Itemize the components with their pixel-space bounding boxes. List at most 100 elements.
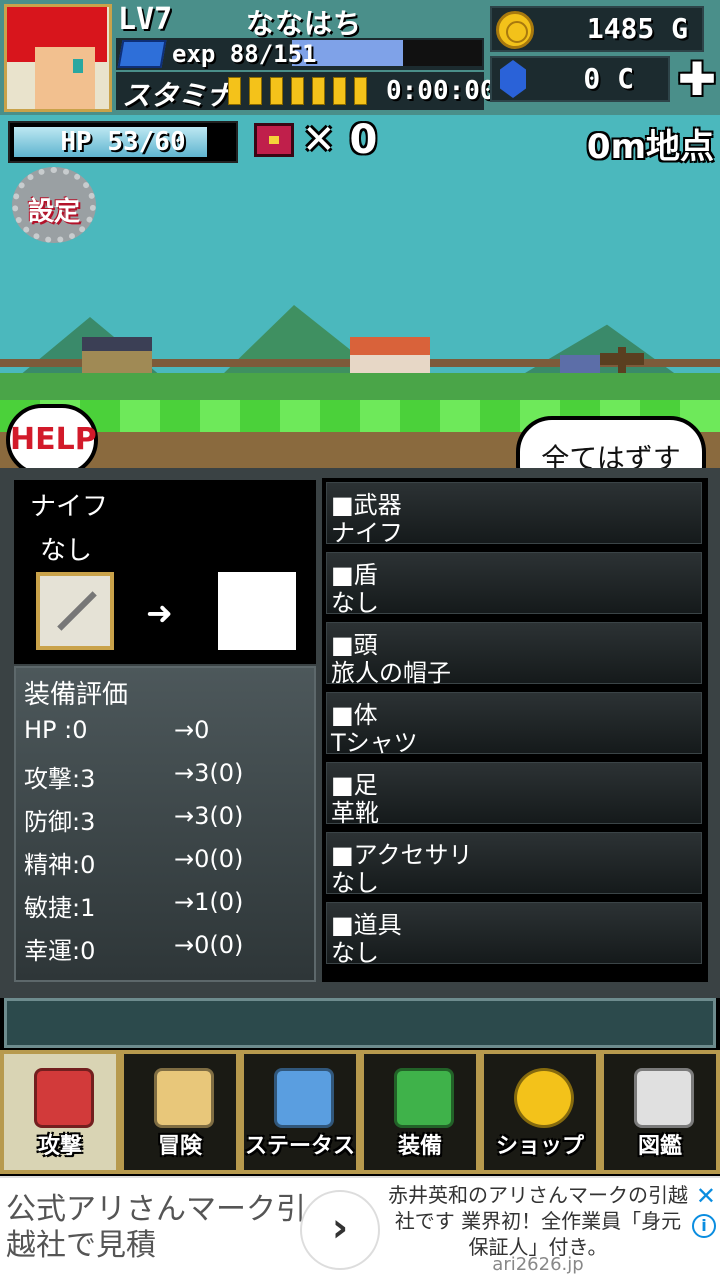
nav-adventure[interactable]: 冒険 <box>120 1050 240 1174</box>
knife-icon <box>57 591 97 631</box>
nav-label: 攻撃 <box>37 1134 82 1159</box>
nav-encyclopedia[interactable]: 図鑑 <box>600 1050 720 1174</box>
slot-item: 革靴 <box>331 799 379 827</box>
nav-label: 装備 <box>397 1134 442 1159</box>
exp-bar <box>292 40 482 66</box>
stat-new: →3(0) <box>174 802 244 830</box>
selected-item-name: ナイフ <box>30 492 109 522</box>
stamina-pip <box>228 77 241 105</box>
coin-icon <box>514 1068 574 1128</box>
nav-attack[interactable]: 攻撃 <box>0 1050 120 1174</box>
stat-current: 攻撃:3 <box>24 765 96 793</box>
add-crystals-button[interactable]: ✚ <box>676 56 718 102</box>
exp-label: exp 88/151 <box>172 40 317 68</box>
stamina-pip <box>249 77 262 105</box>
slot-weapon[interactable]: ■武器 ナイフ <box>326 482 702 547</box>
slot-item: なし <box>331 589 379 617</box>
equipment-slots: ■武器 ナイフ ■盾 なし ■頭 旅人の帽子 ■体 Tシャツ ■足 革靴 ■アク… <box>322 478 708 982</box>
crystal-gem-icon <box>500 60 526 98</box>
stat-row: 攻撃:3 →3(0) <box>24 759 314 799</box>
avatar-eye <box>73 59 83 73</box>
ad-url[interactable]: ari2626.jp <box>388 1254 688 1275</box>
equipment-panel: ナイフ なし ➜ 装備評価 HP :0 →0 攻撃:3 →3(0) 防御:3 →… <box>0 468 720 998</box>
gold-counter: 1485 G <box>490 6 704 52</box>
stamina-pip <box>270 77 283 105</box>
slot-tool[interactable]: ■道具 なし <box>326 902 702 967</box>
stamina-pip <box>333 77 346 105</box>
stat-current: 敏捷:1 <box>24 894 96 922</box>
slot-shield[interactable]: ■盾 なし <box>326 552 702 617</box>
game-scene: HP 53/60 ✕ 0 0m地点 設定 <box>0 115 720 405</box>
distance-label: 0m地点 <box>586 127 714 167</box>
stat-row: 幸運:0 →0(0) <box>24 931 314 971</box>
stat-row: 敏捷:1 →1(0) <box>24 888 314 928</box>
slot-item: 旅人の帽子 <box>331 659 451 687</box>
compare-item-name: なし <box>40 536 93 566</box>
character-icon <box>274 1068 334 1128</box>
evaluation-title: 装備評価 <box>24 680 129 710</box>
ad-go-button[interactable]: › <box>300 1190 380 1270</box>
hp-label: HP 53/60 <box>60 127 186 157</box>
crystal-counter: 0 C <box>490 56 670 102</box>
stat-new: →0(0) <box>174 931 244 959</box>
stamina-timer: 0:00:00 <box>386 76 496 106</box>
nav-label: 冒険 <box>157 1134 202 1159</box>
stat-row: 精神:0 →0(0) <box>24 845 314 885</box>
slot-body[interactable]: ■体 Tシャツ <box>326 692 702 757</box>
encyclopedia-icon <box>634 1068 694 1128</box>
nav-equipment[interactable]: 装備 <box>360 1050 480 1174</box>
current-item-slot[interactable] <box>36 572 114 650</box>
ad-banner[interactable]: 公式アリさんマーク引越社で見積 › 赤井英和のアリさんマークの引越社です 業界初… <box>0 1176 720 1280</box>
ad-close-icon[interactable]: ✕ <box>696 1182 716 1210</box>
equipment-evaluation: 装備評価 HP :0 →0 攻撃:3 →3(0) 防御:3 →3(0) 精神:0… <box>14 666 316 982</box>
ad-info-icon[interactable]: i <box>692 1214 716 1238</box>
bottom-nav: 攻撃 冒険 ステータス 装備 ショップ 図鑑 <box>0 1050 720 1174</box>
hp-bar: HP 53/60 <box>8 121 238 163</box>
stat-row: 防御:3 →3(0) <box>24 802 314 842</box>
nav-status[interactable]: ステータス <box>240 1050 360 1174</box>
help-button[interactable]: HELP <box>6 404 98 476</box>
slot-item: なし <box>331 939 379 967</box>
stat-current: 幸運:0 <box>24 937 96 965</box>
player-level: LV7 <box>118 2 173 37</box>
equipment-icon <box>394 1068 454 1128</box>
stat-new: →1(0) <box>174 888 244 916</box>
map-scroll-icon <box>154 1068 214 1128</box>
stamina-pip <box>291 77 304 105</box>
stamina-row: スタミナ 0:00:00 <box>116 72 496 112</box>
item-preview: ナイフ なし ➜ <box>14 480 316 664</box>
slot-feet[interactable]: ■足 革靴 <box>326 762 702 827</box>
sword-icon <box>34 1068 94 1128</box>
crystal-value: 0 C <box>583 62 634 95</box>
stat-current: HP :0 <box>24 716 88 744</box>
slot-item: なし <box>331 869 379 897</box>
stat-new: →3(0) <box>174 759 244 787</box>
slot-item: Tシャツ <box>331 729 418 757</box>
stat-new: →0(0) <box>174 845 244 873</box>
stamina-pips <box>228 77 367 105</box>
ad-headline[interactable]: 公式アリさんマーク引越社で見積 <box>6 1192 306 1264</box>
status-header: LV7 ななはち exp 88/151 スタミナ 0:00:00 1485 G … <box>0 0 720 115</box>
player-avatar[interactable] <box>4 4 112 112</box>
slot-head[interactable]: ■頭 旅人の帽子 <box>326 622 702 687</box>
stat-new: →0 <box>174 716 210 744</box>
player-name: ななはち <box>246 7 363 40</box>
stat-current: 精神:0 <box>24 851 96 879</box>
slot-accessory[interactable]: ■アクセサリ なし <box>326 832 702 897</box>
nav-label: 図鑑 <box>637 1134 682 1159</box>
message-bar <box>4 998 716 1048</box>
new-item-slot[interactable] <box>218 572 296 650</box>
stamina-pip <box>312 77 325 105</box>
settings-label: 設定 <box>27 197 80 227</box>
settings-button[interactable]: 設定 <box>12 167 96 243</box>
stamina-label: スタミナ <box>122 79 235 112</box>
ad-body[interactable]: 赤井英和のアリさんマークの引越社です 業界初！全作業員「身元保証人」付き。 <box>388 1182 688 1260</box>
exp-row: exp 88/151 <box>116 38 484 70</box>
chest-count: ✕ 0 <box>302 117 378 163</box>
stat-current: 防御:3 <box>24 808 96 836</box>
gold-value: 1485 G <box>586 12 688 45</box>
nav-shop[interactable]: ショップ <box>480 1050 600 1174</box>
stamina-pip <box>354 77 367 105</box>
gold-coin-icon <box>496 11 534 49</box>
nav-label: ショップ <box>495 1134 584 1159</box>
